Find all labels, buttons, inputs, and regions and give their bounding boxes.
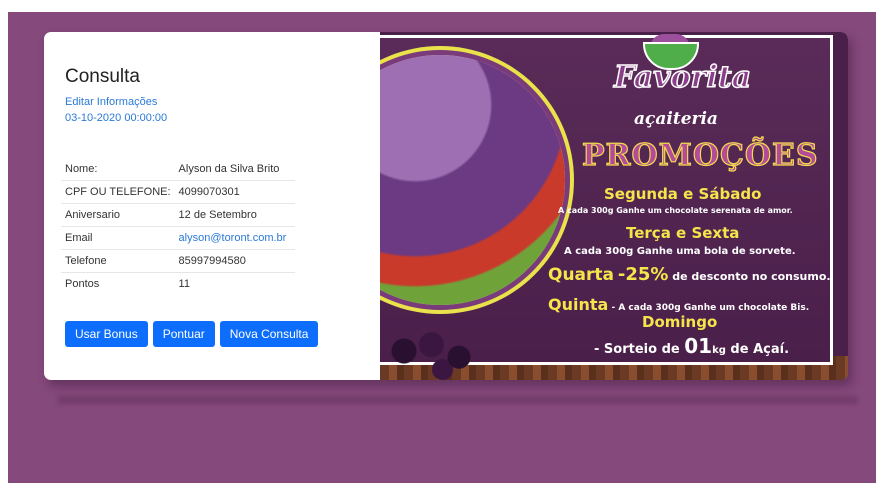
field-value-cpf: 4099070301: [174, 180, 295, 204]
table-row: Email alyson@toront.com.br: [61, 226, 295, 250]
field-label-aniversario: Aniversario: [61, 203, 175, 227]
promo-discount-value: -25%: [617, 264, 669, 285]
promo-day-5: Domingo: [642, 313, 718, 331]
promo-headline: PROMOÇÕES: [581, 137, 819, 173]
banner-frame: Favorita açaiteria PROMOÇÕES Segunda e S…: [380, 34, 833, 380]
promo-line-3: Quarta -25% de desconto no consumo.: [548, 264, 831, 285]
promo-desc-5-suffix: de Açaí.: [730, 342, 790, 357]
pontuar-button[interactable]: Pontuar: [152, 321, 215, 347]
field-label-email: Email: [61, 226, 175, 250]
consulta-card: Consulta Editar Informações 03-10-2020 0…: [44, 32, 848, 380]
action-buttons: Usar Bonus Pontuar Nova Consulta: [65, 321, 319, 347]
promo-desc-1: A cada 300g Ganhe um chocolate serenata …: [558, 206, 793, 215]
usar-bonus-button[interactable]: Usar Bonus: [65, 321, 148, 347]
table-row: Telefone 85997994580: [61, 249, 295, 273]
promo-day-2: Terça e Sexta: [626, 224, 740, 242]
table-row: Aniversario 12 de Setembro: [61, 203, 295, 227]
acai-fruit-image: [380, 55, 565, 305]
customer-info-table: Nome: Alyson da Silva Brito CPF OU TELEF…: [61, 158, 295, 295]
consulta-datetime: 03-10-2020 00:00:00: [65, 112, 168, 124]
table-row: CPF OU TELEFONE: 4099070301: [61, 180, 295, 204]
brand-subtitle: açaiteria: [634, 109, 718, 129]
promo-day-4: Quinta: [548, 295, 609, 314]
field-label-cpf: CPF OU TELEFONE:: [61, 180, 175, 204]
table-row: Pontos 11: [61, 273, 295, 296]
field-label-pontos: Pontos: [65, 278, 100, 290]
page-title: Consulta: [65, 66, 140, 87]
field-label-telefone: Telefone: [61, 249, 175, 273]
promo-line-4: Quinta - A cada 300g Ganhe um chocolate …: [548, 295, 809, 314]
field-value-aniversario: 12 de Setembro: [174, 203, 295, 227]
field-value-email-cell: alyson@toront.com.br: [174, 226, 295, 250]
field-value-telefone: 85997994580: [174, 249, 295, 273]
promo-day-1: Segunda e Sábado: [604, 185, 762, 203]
promo-desc-5-unit: kg: [712, 345, 726, 356]
promo-desc-2: A cada 300g Ganhe uma bola de sorvete.: [564, 246, 796, 257]
table-row: Nome: Alyson da Silva Brito: [61, 158, 295, 181]
promo-desc-4: - A cada 300g Ganhe um chocolate Bis.: [611, 303, 810, 313]
promo-banner: Favorita açaiteria PROMOÇÕES Segunda e S…: [380, 32, 848, 380]
field-value-nome: Alyson da Silva Brito: [174, 158, 295, 181]
nova-consulta-button[interactable]: Nova Consulta: [219, 321, 319, 347]
promo-desc-5-prefix: - Sorteio de: [594, 342, 680, 357]
edit-info-link[interactable]: Editar Informações: [65, 96, 157, 108]
email-link[interactable]: alyson@toront.com.br: [179, 232, 287, 244]
card-shadow: [58, 396, 858, 404]
promo-line-5: - Sorteio de 01kg de Açaí.: [594, 334, 789, 358]
acai-berries-image: [382, 320, 492, 380]
field-value-pontos: 11: [178, 278, 190, 290]
consulta-panel: Consulta Editar Informações 03-10-2020 0…: [44, 32, 380, 380]
promo-desc-5-number: 01: [684, 334, 713, 358]
brand-logo-text: Favorita: [613, 59, 752, 96]
field-label-nome: Nome:: [61, 158, 175, 181]
promo-desc-3: de desconto no consumo.: [672, 270, 831, 283]
promo-day-3: Quarta: [548, 265, 615, 285]
acai-bowl-image: [380, 50, 570, 310]
